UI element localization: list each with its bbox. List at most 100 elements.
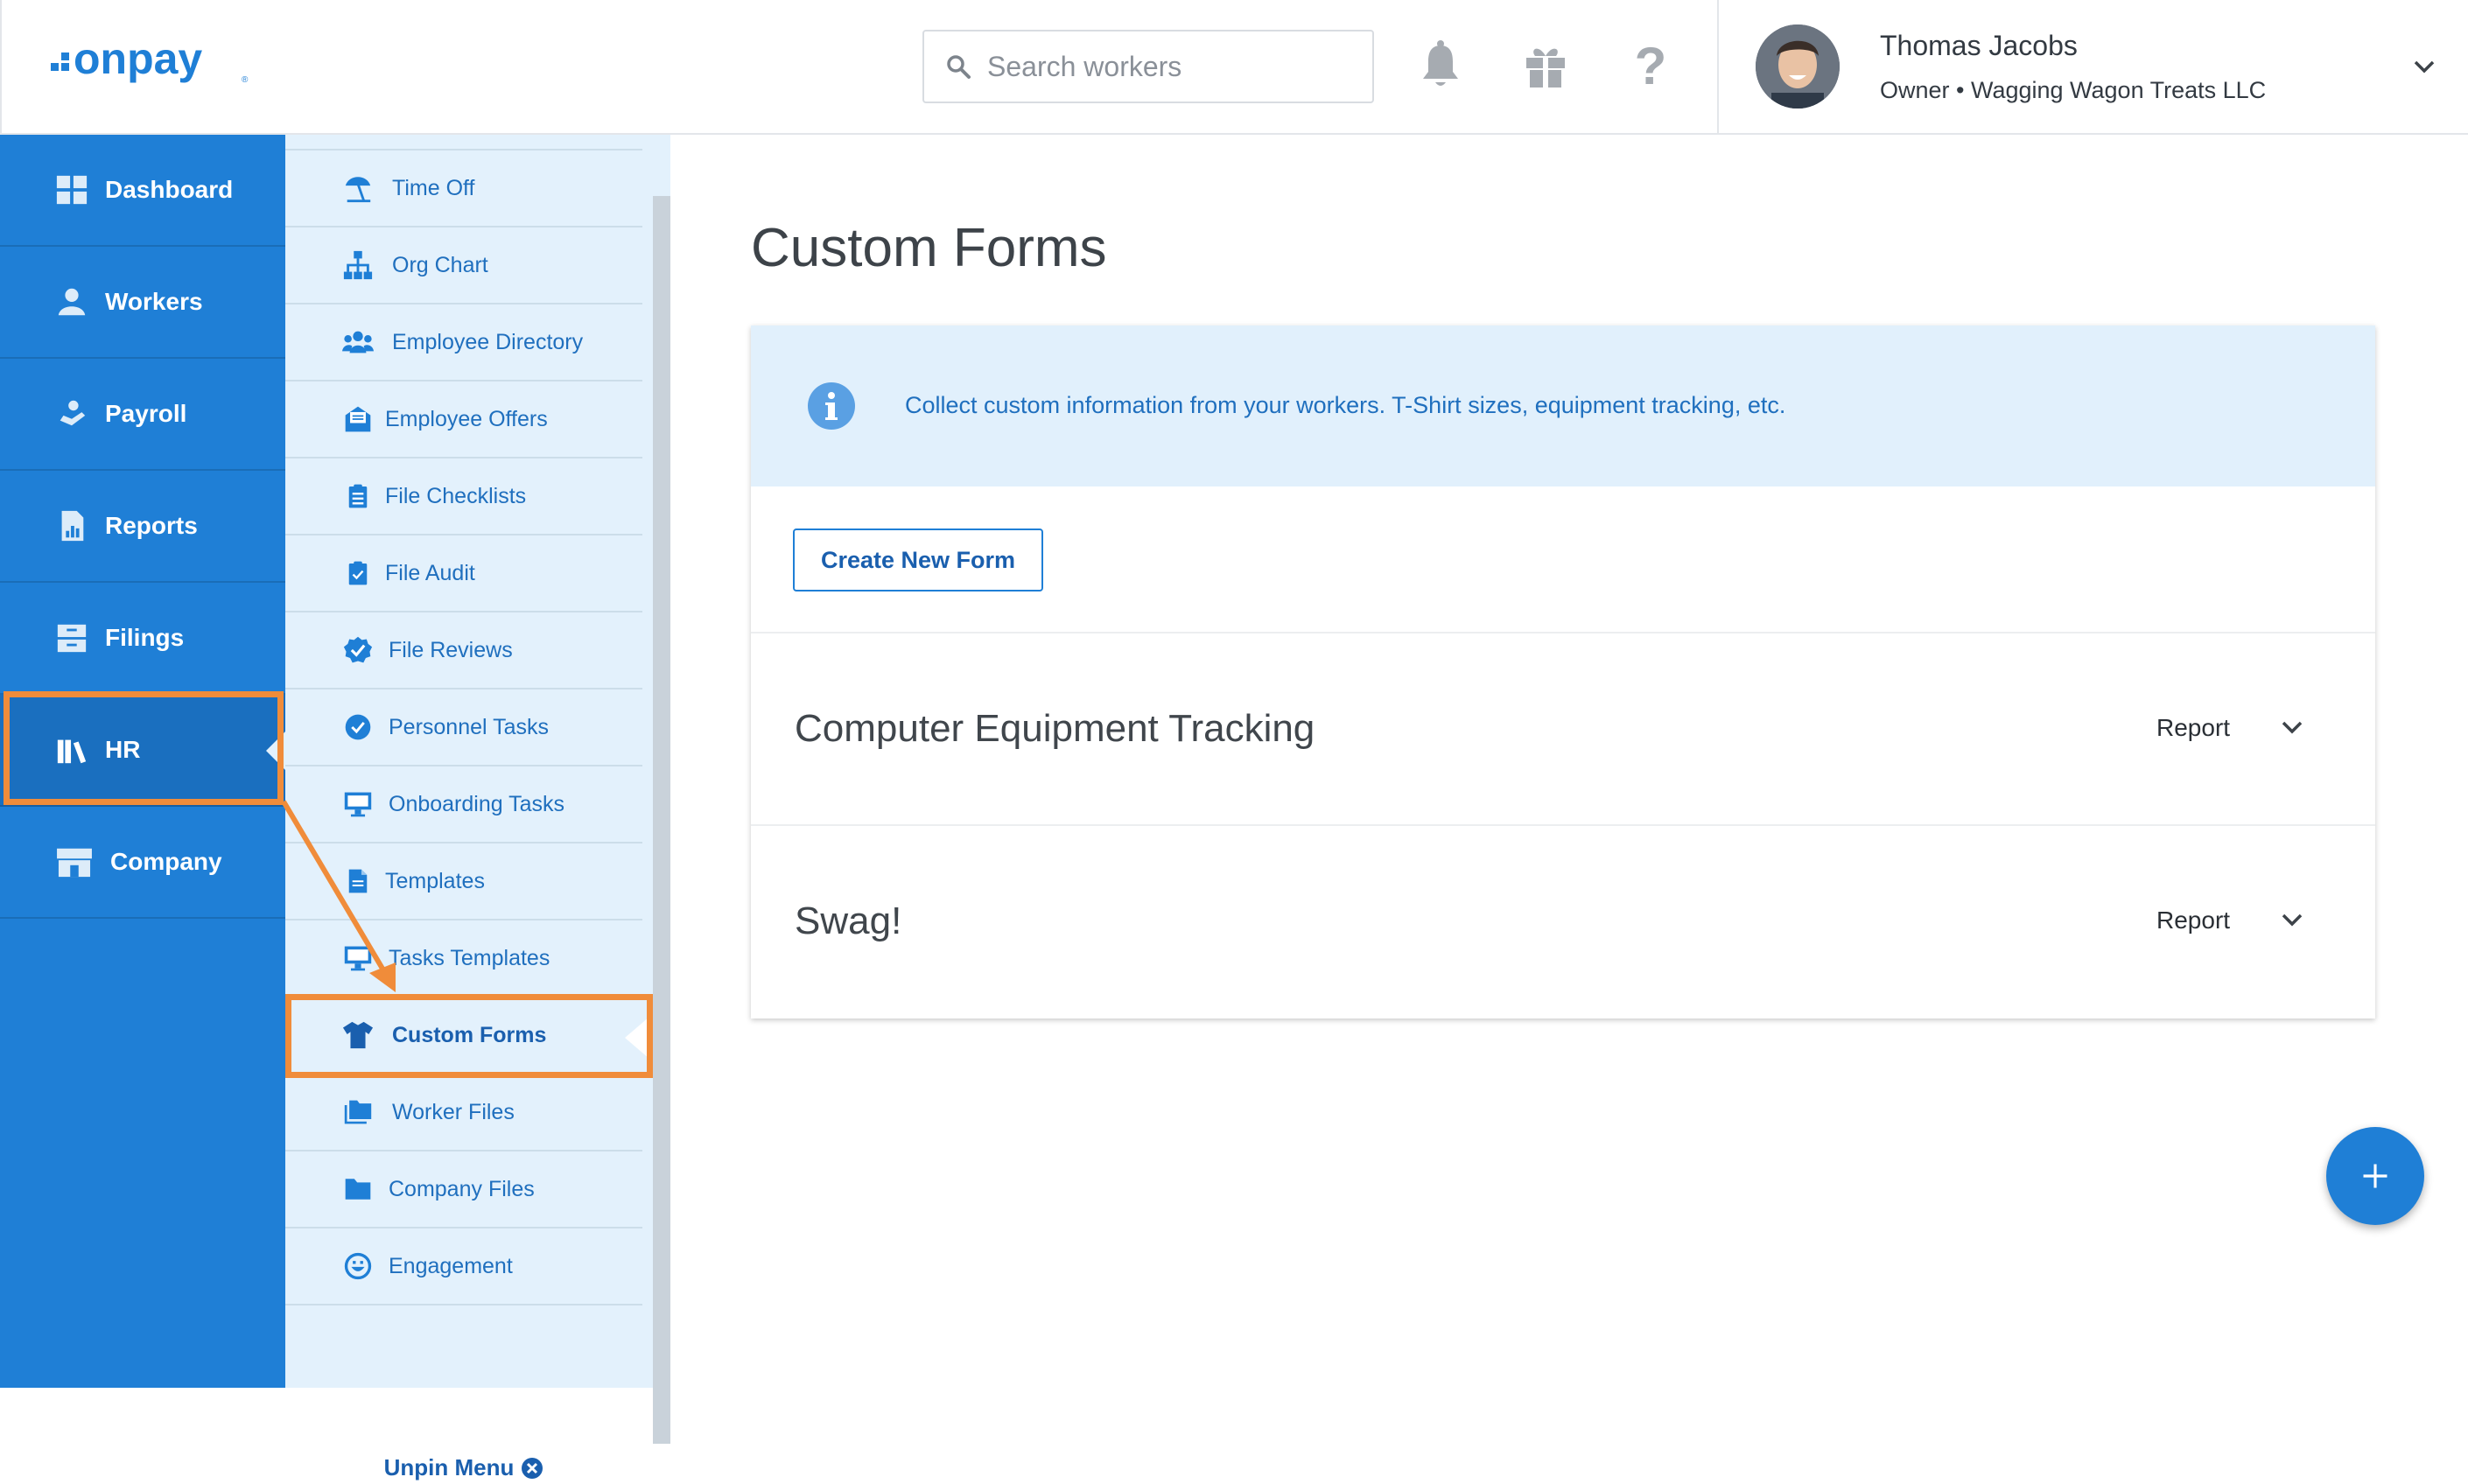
- hr-icon: [54, 732, 89, 767]
- submenu-label: Templates: [385, 868, 485, 893]
- sidebar-item-workers[interactable]: Workers: [0, 247, 285, 359]
- sidebar-item-filings[interactable]: Filings: [0, 583, 285, 695]
- submenu-item-worker-files[interactable]: Worker Files: [285, 1074, 642, 1152]
- chevron-down-icon[interactable]: [2279, 906, 2305, 933]
- sidebar-item-company[interactable]: Company: [0, 807, 285, 919]
- submenu-label: Worker Files: [392, 1099, 515, 1124]
- smile-icon: [341, 1250, 375, 1283]
- payroll-icon: [54, 396, 89, 431]
- close-circle-icon: [522, 1457, 543, 1479]
- submenu-item-file-reviews[interactable]: File Reviews: [285, 612, 642, 690]
- dashboard-icon: [54, 172, 89, 207]
- top-header: onpay ® Search workers ? Thomas Jacobs O…: [0, 0, 2468, 135]
- clipboard-check-icon: [341, 556, 375, 590]
- envelope-open-icon: [341, 402, 375, 436]
- beach-umbrella-icon: [341, 172, 375, 205]
- submenu-label: Engagement: [389, 1253, 513, 1278]
- sidebar-item-label: Company: [110, 848, 222, 875]
- submenu-item-templates[interactable]: Templates: [285, 844, 642, 920]
- unpin-label: Unpin Menu: [383, 1454, 515, 1480]
- add-fab-button[interactable]: [2326, 1127, 2424, 1225]
- submenu-item-file-audit[interactable]: File Audit: [285, 536, 642, 612]
- users-icon: [341, 326, 375, 359]
- submenu-item-time-off[interactable]: Time Off: [285, 150, 642, 228]
- submenu-item-employee-directory[interactable]: Employee Directory: [285, 304, 642, 382]
- submenu-label: File Checklists: [385, 483, 527, 508]
- user-role: Owner • Wagging Wagon Treats LLC: [1880, 77, 2267, 103]
- submenu-item-personnel-tasks[interactable]: Personnel Tasks: [285, 690, 642, 766]
- sidebar-item-label: Filings: [105, 624, 185, 651]
- info-icon: [808, 382, 855, 430]
- caret-left-icon: ◂: [95, 1459, 106, 1483]
- sidebar-item-reports[interactable]: Reports: [0, 471, 285, 583]
- sidebar-item-label: Payroll: [105, 400, 187, 427]
- form-name[interactable]: Computer Equipment Tracking: [795, 707, 1315, 751]
- hr-submenu: Time Off Org Chart Employee Directory Em…: [285, 135, 670, 1480]
- form-row-swag[interactable]: Swag! Report: [751, 826, 2375, 1017]
- submenu-item-custom-forms[interactable]: Custom Forms: [285, 998, 649, 1074]
- help-icon[interactable]: ?: [1626, 38, 1675, 91]
- org-chart-icon: [341, 248, 375, 282]
- unpin-menu-button[interactable]: Unpin Menu: [285, 1454, 642, 1481]
- form-name[interactable]: Swag!: [795, 900, 901, 943]
- check-circle-icon: [341, 710, 375, 744]
- sidebar-item-label: Dashboard: [105, 176, 234, 203]
- submenu-label: Company Files: [389, 1176, 535, 1201]
- sidebar-item-label: Reports: [105, 512, 198, 539]
- info-text: Collect custom information from your wor…: [905, 392, 1786, 418]
- svg-text:?: ?: [1635, 38, 1667, 91]
- avatar[interactable]: [1756, 24, 1840, 108]
- folder-icon: [341, 1172, 375, 1206]
- collapse-label: Collapse: [105, 1459, 191, 1483]
- sidebar-item-label: HR: [105, 736, 141, 763]
- form-row-computer-equipment-tracking[interactable]: Computer Equipment Tracking Report: [751, 634, 2375, 824]
- file-icon: [341, 864, 375, 898]
- gift-icon[interactable]: [1521, 38, 1570, 91]
- submenu-label: Employee Directory: [392, 329, 584, 354]
- submenu-item-onboarding-tasks[interactable]: Onboarding Tasks: [285, 766, 642, 844]
- filings-icon: [54, 620, 89, 655]
- report-link[interactable]: Report: [2156, 714, 2230, 742]
- sidebar-item-dashboard[interactable]: Dashboard: [0, 135, 285, 247]
- submenu-label: Time Off: [392, 175, 475, 200]
- active-pointer: [625, 1017, 649, 1059]
- custom-forms-card: Collect custom information from your wor…: [751, 326, 2375, 1018]
- submenu-label: Org Chart: [392, 252, 488, 277]
- submenu-item-engagement[interactable]: Engagement: [285, 1228, 642, 1306]
- submenu-label: File Audit: [385, 560, 475, 585]
- workers-icon: [54, 284, 89, 319]
- submenu-item-company-files[interactable]: Company Files: [285, 1152, 642, 1228]
- submenu-label: Personnel Tasks: [389, 714, 549, 739]
- search-placeholder: Search workers: [987, 50, 1182, 82]
- submenu-label: Tasks Templates: [389, 945, 550, 970]
- plus-icon: [2363, 1164, 2387, 1188]
- submenu-label: Onboarding Tasks: [389, 791, 565, 816]
- sidebar-item-payroll[interactable]: Payroll: [0, 359, 285, 471]
- submenu-item-employee-offers[interactable]: Employee Offers: [285, 382, 642, 458]
- submenu-item-file-checklists[interactable]: File Checklists: [285, 458, 642, 536]
- svg-text:onpay: onpay: [74, 35, 202, 83]
- submenu-item-org-chart[interactable]: Org Chart: [285, 228, 642, 304]
- header-divider: [1717, 0, 1719, 133]
- collapse-button[interactable]: ◂Collapse: [0, 1458, 285, 1484]
- desktop-icon: [341, 942, 375, 975]
- main-sidebar: Dashboard Workers Payroll Reports Filing…: [0, 135, 285, 1483]
- info-banner: Collect custom information from your wor…: [751, 326, 2375, 486]
- submenu-item-tasks-templates[interactable]: Tasks Templates: [285, 920, 642, 998]
- create-new-form-button[interactable]: Create New Form: [793, 528, 1043, 592]
- sidebar-item-hr[interactable]: HR: [0, 695, 285, 807]
- onpay-logo[interactable]: onpay ®: [49, 35, 259, 96]
- reports-icon: [54, 508, 89, 543]
- report-link[interactable]: Report: [2156, 906, 2230, 934]
- submenu-scrollbar[interactable]: [653, 196, 670, 1444]
- tshirt-icon: [341, 1018, 375, 1052]
- chevron-down-icon[interactable]: [2410, 52, 2438, 80]
- user-name[interactable]: Thomas Jacobs: [1880, 30, 2078, 62]
- submenu-label: File Reviews: [389, 637, 513, 662]
- chevron-down-icon[interactable]: [2279, 714, 2305, 740]
- active-pointer: [266, 732, 285, 770]
- search-icon: [947, 55, 971, 79]
- bell-icon[interactable]: [1416, 38, 1465, 91]
- badge-check-icon: [341, 634, 375, 667]
- search-input[interactable]: Search workers: [922, 30, 1374, 103]
